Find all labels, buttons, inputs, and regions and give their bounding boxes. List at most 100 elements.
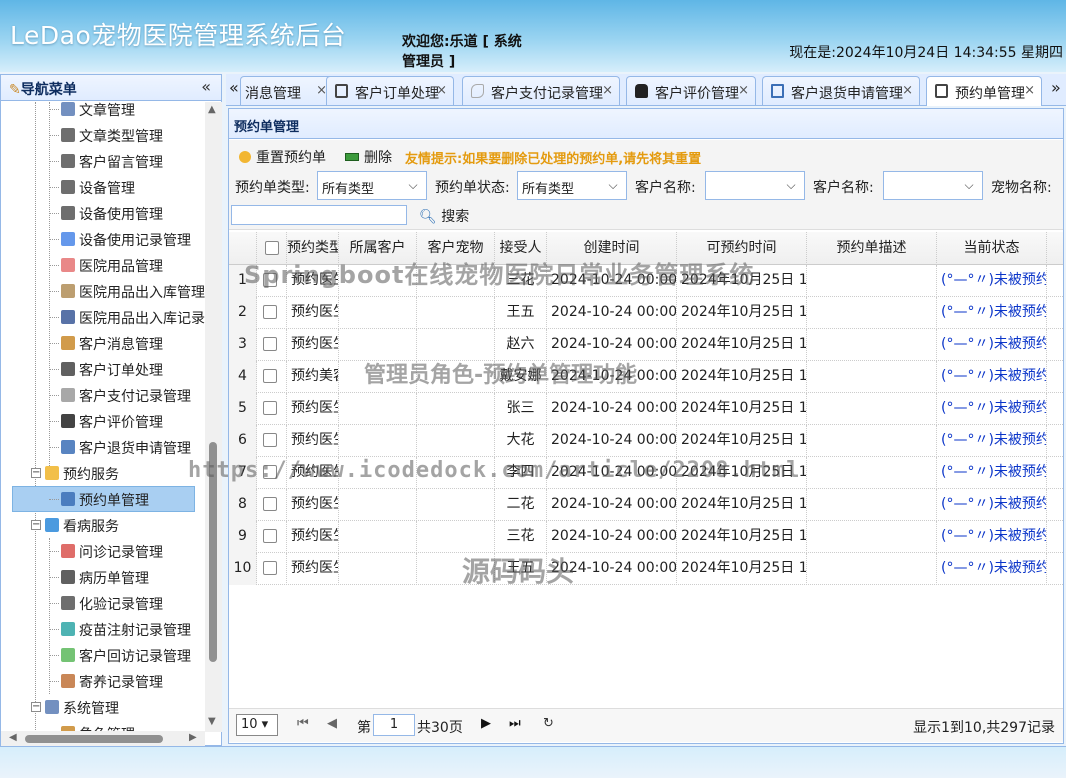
tab-close-icon[interactable]: × <box>902 83 913 98</box>
table-row[interactable]: 1 预约医生 三花2024-10-24 00:00:002024年10月25日 17… <box>229 265 1063 297</box>
sidebar-item-12[interactable]: 客户评价管理 <box>1 408 205 434</box>
menu-item-icon <box>61 388 75 402</box>
tab-customer-order[interactable]: 客户订单处理 × <box>326 76 454 105</box>
cell-type: 预约医生 <box>287 489 339 521</box>
sidebar-item-5[interactable]: 设备使用记录管理 <box>1 226 205 252</box>
search-button[interactable]: 🔍︎ 搜索 <box>419 206 469 226</box>
sidebar-item-2[interactable]: 客户留言管理 <box>1 148 205 174</box>
filter-state-select[interactable]: 所有类型 ⌵ <box>517 171 627 200</box>
row-checkbox[interactable] <box>263 337 277 351</box>
tree-collapse-icon[interactable]: − <box>31 520 41 530</box>
sidebar-item-label: 病历单管理 <box>79 571 149 587</box>
prev-page-icon[interactable]: ◀ <box>327 716 337 731</box>
sidebar-group-reservation[interactable]: − 预约服务 <box>1 460 205 486</box>
chevron-down-icon[interactable]: ⌵ <box>600 172 626 199</box>
row-checkbox[interactable] <box>263 369 277 383</box>
scrollbar-thumb[interactable] <box>209 442 217 662</box>
sidebar-item-1[interactable]: 文章类型管理 <box>1 122 205 148</box>
sidebar-item-6[interactable]: 医院用品管理 <box>1 252 205 278</box>
tree-collapse-icon[interactable]: − <box>31 468 41 478</box>
table-row[interactable]: 3 预约医生 赵六2024-10-24 00:00:002024年10月25日 17… <box>229 329 1063 361</box>
sidebar-medical-item-4[interactable]: 客户回访记录管理 <box>1 642 205 668</box>
cell-created: 2024-10-24 00:00:00 <box>547 297 677 329</box>
tab-customer-return[interactable]: 客户退货申请管理 × <box>762 76 920 105</box>
chevron-down-icon[interactable]: ⌵ <box>400 172 426 199</box>
sidebar-item-label: 系统管理 <box>63 701 119 717</box>
delete-button[interactable]: 删除 <box>345 147 392 167</box>
tab-close-icon[interactable]: × <box>436 83 447 98</box>
tabs-scroll-left-icon[interactable]: « <box>229 78 239 97</box>
first-page-icon[interactable]: ⏮ <box>297 716 309 731</box>
last-page-icon[interactable]: ⏭ <box>509 716 521 731</box>
sidebar-item-3[interactable]: 设备管理 <box>1 174 205 200</box>
sidebar-item-reservation-management[interactable]: 预约单管理 <box>1 486 205 512</box>
tab-customer-review[interactable]: 客户评价管理 × <box>626 76 756 105</box>
row-checkbox[interactable] <box>263 561 277 575</box>
table-row[interactable]: 5 预约医生 张三2024-10-24 00:00:002024年10月25日 17… <box>229 393 1063 425</box>
sidebar-medical-item-3[interactable]: 疫苗注射记录管理 <box>1 616 205 642</box>
sidebar-item-10[interactable]: 客户订单处理 <box>1 356 205 382</box>
cell-status: (°—°〃)未被预约 <box>937 521 1047 553</box>
row-checkbox[interactable] <box>263 529 277 543</box>
table-row[interactable]: 9 预约医生 三花2024-10-24 00:00:002024年10月25日 17… <box>229 521 1063 553</box>
reset-reservation-button[interactable]: 重置预约单 <box>239 147 326 167</box>
sidebar-medical-item-2[interactable]: 化验记录管理 <box>1 590 205 616</box>
sidebar-item-8[interactable]: 医院用品出入库记录 <box>1 304 205 330</box>
scroll-down-icon[interactable]: ▼ <box>208 716 216 727</box>
table-row[interactable]: 2 预约医生 王五2024-10-24 00:00:002024年10月25日 17… <box>229 297 1063 329</box>
row-checkbox[interactable] <box>263 433 277 447</box>
sidebar-item-9[interactable]: 客户消息管理 <box>1 330 205 356</box>
tab-close-icon[interactable]: × <box>602 83 613 98</box>
sidebar-item-4[interactable]: 设备使用管理 <box>1 200 205 226</box>
table-row[interactable]: 10 预约医生 王五2024-10-24 00:00:002024年10月25日 1… <box>229 553 1063 585</box>
pet-name-input[interactable] <box>231 205 407 225</box>
page-number-input[interactable]: 1 <box>373 714 415 736</box>
table-row[interactable]: 6 预约医生 大花2024-10-24 00:00:002024年10月25日 17… <box>229 425 1063 457</box>
tabs-scroll-right-icon[interactable]: » <box>1051 78 1061 97</box>
row-checkbox[interactable] <box>263 465 277 479</box>
scroll-right-icon[interactable]: ▶ <box>189 732 197 743</box>
scroll-up-icon[interactable]: ▲ <box>208 104 216 115</box>
sidebar-vertical-scrollbar[interactable]: ▲ ▼ <box>205 102 222 732</box>
sidebar-item-13[interactable]: 客户退货申请管理 <box>1 434 205 460</box>
order-icon <box>335 84 348 98</box>
row-checkbox[interactable] <box>263 305 277 319</box>
table-row[interactable]: 8 预约医生 二花2024-10-24 00:00:002024年10月25日 17… <box>229 489 1063 521</box>
select-all-checkbox[interactable] <box>265 241 279 255</box>
sidebar-collapse-button[interactable]: « <box>201 77 211 96</box>
sidebar-item-7[interactable]: 医院用品出入库管理 <box>1 278 205 304</box>
hscrollbar-thumb[interactable] <box>25 735 163 743</box>
cell-type: 预约医生 <box>287 265 339 297</box>
tab-reservation[interactable]: 预约单管理 × <box>926 76 1042 106</box>
tab-close-icon[interactable]: × <box>738 83 749 98</box>
tab-close-icon[interactable]: × <box>1024 83 1035 98</box>
tab-customer-payment[interactable]: 客户支付记录管理 × <box>462 76 620 105</box>
sidebar-medical-item-1[interactable]: 病历单管理 <box>1 564 205 590</box>
reservation-panel: 预约单管理 重置预约单 删除 友情提示:如果要删除已处理的预约单,请先将其重置 … <box>228 108 1064 744</box>
scroll-left-icon[interactable]: ◀ <box>9 732 17 743</box>
sidebar-item-0[interactable]: 文章管理 <box>1 102 205 122</box>
row-checkbox[interactable] <box>263 497 277 511</box>
sidebar-group-medical[interactable]: − 看病服务 <box>1 512 205 538</box>
customer-name-select[interactable]: ⌵ <box>705 171 805 200</box>
next-page-icon[interactable]: ▶ <box>481 716 491 731</box>
row-checkbox[interactable] <box>263 401 277 415</box>
table-row[interactable]: 7 预约医生 李四2024-10-24 00:00:002024年10月25日 17… <box>229 457 1063 489</box>
filter-type-select[interactable]: 所有类型 ⌵ <box>317 171 427 200</box>
table-row[interactable]: 4 预约美容 戴安娜2024-10-24 00:00:002024年10月25日 1… <box>229 361 1063 393</box>
sidebar-group-system[interactable]: − 系统管理 <box>1 694 205 720</box>
sidebar-horizontal-scrollbar[interactable]: ◀ ▶ <box>1 731 205 746</box>
sidebar-item-11[interactable]: 客户支付记录管理 <box>1 382 205 408</box>
customer-name-select-2[interactable]: ⌵ <box>883 171 983 200</box>
refresh-icon[interactable]: ↻ <box>543 716 554 731</box>
cell-receiver: 李四 <box>495 457 547 489</box>
page-size-select[interactable]: 10 ▾ <box>236 714 278 736</box>
row-checkbox[interactable] <box>263 273 277 287</box>
cell-available: 2024年10月25日 17 <box>677 425 807 457</box>
tab-message-management[interactable]: 消息管理 × <box>240 76 334 105</box>
chevron-down-icon[interactable]: ⌵ <box>956 172 982 199</box>
sidebar-medical-item-0[interactable]: 问诊记录管理 <box>1 538 205 564</box>
sidebar-medical-item-5[interactable]: 寄养记录管理 <box>1 668 205 694</box>
tree-collapse-icon[interactable]: − <box>31 702 41 712</box>
chevron-down-icon[interactable]: ⌵ <box>778 172 804 199</box>
